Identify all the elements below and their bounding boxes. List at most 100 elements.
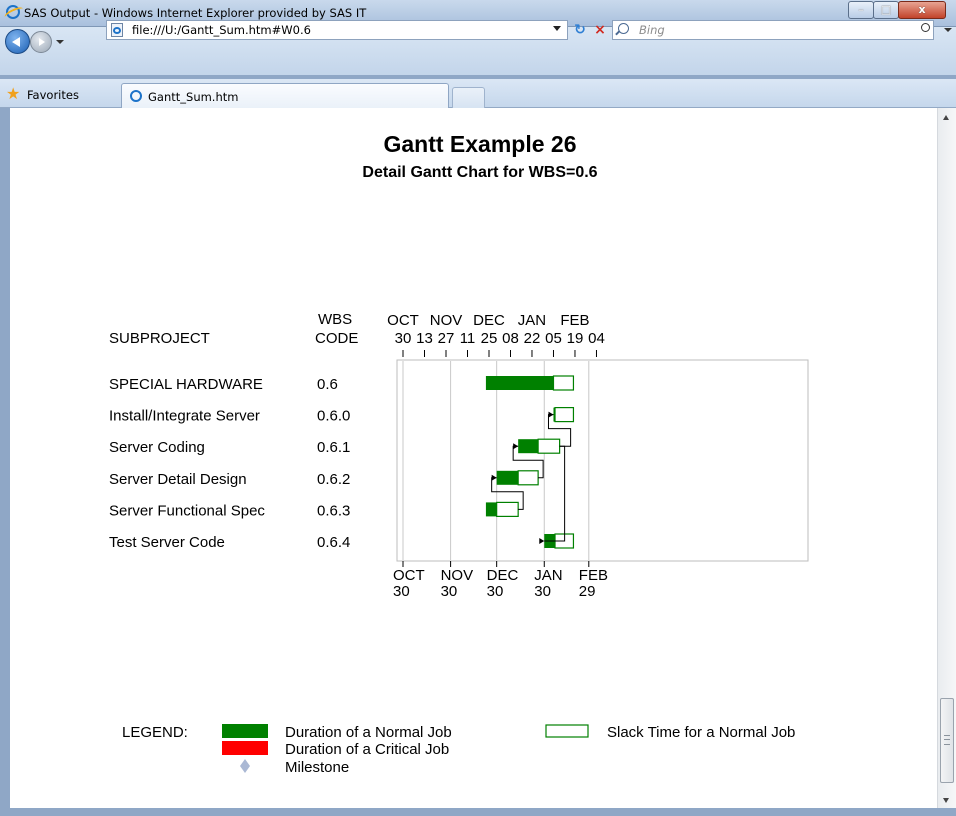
stop-icon[interactable]: × <box>590 20 610 40</box>
window-bottom-edge <box>0 808 956 816</box>
task-wbs: 0.6.1 <box>317 439 350 456</box>
duration-bar <box>485 376 554 390</box>
maximize-icon: □ <box>880 3 892 16</box>
code-header: CODE <box>315 330 358 347</box>
search-options-chevron-down-icon[interactable] <box>944 28 952 32</box>
top-day-label: 11 <box>460 330 476 347</box>
bottom-day-label: 30 <box>441 583 458 600</box>
search-placeholder: Bing <box>639 23 665 37</box>
top-day-label: 04 <box>588 330 605 347</box>
task-name: Server Functional Spec <box>109 502 265 519</box>
top-day-label: 30 <box>395 330 412 347</box>
legend-slack-swatch <box>545 724 589 738</box>
task-name: Server Detail Design <box>109 471 247 488</box>
scroll-grip-icon <box>944 735 950 745</box>
browser-window: SAS Output - Windows Internet Explorer p… <box>0 0 956 816</box>
slack-bar <box>496 501 519 517</box>
bottom-month-label: NOV <box>441 567 474 584</box>
bottom-day-label: 30 <box>534 583 551 600</box>
chart-title: Gantt Example 26 <box>383 131 576 157</box>
window-title: SAS Output - Windows Internet Explorer p… <box>24 6 367 20</box>
page-icon <box>111 23 123 37</box>
slack-bar <box>554 407 575 423</box>
task-name: Install/Integrate Server <box>109 408 260 425</box>
new-tab-button[interactable] <box>452 87 485 109</box>
legend-title: LEGEND: <box>122 724 188 741</box>
back-button[interactable] <box>5 29 30 54</box>
ie-logo-icon <box>6 5 20 19</box>
chart-subtitle: Detail Gantt Chart for WBS=0.6 <box>362 164 597 181</box>
top-day-label: 08 <box>502 330 519 347</box>
scroll-down-icon[interactable] <box>943 798 949 803</box>
maximize-button[interactable]: □ <box>873 1 899 19</box>
scroll-thumb[interactable] <box>940 698 954 783</box>
top-day-label: 19 <box>567 330 584 347</box>
url-dropdown-icon[interactable] <box>553 26 561 31</box>
bottom-day-label: 30 <box>487 583 504 600</box>
favorites-button[interactable]: Favorites <box>27 88 79 102</box>
wbs-header: WBS <box>318 311 352 328</box>
page-content: Gantt Example 26 Detail Gantt Chart for … <box>10 108 937 808</box>
task-wbs: 0.6.3 <box>317 502 350 519</box>
url-field[interactable]: file:///U:/Gantt_Sum.htm#W0.6 <box>106 20 568 40</box>
subproject-header: SUBPROJECT <box>109 330 210 347</box>
top-day-label: 13 <box>416 330 433 347</box>
slack-bar <box>552 375 575 391</box>
url-text: file:///U:/Gantt_Sum.htm#W0.6 <box>132 23 311 37</box>
task-wbs: 0.6 <box>317 376 338 393</box>
search-input[interactable]: Bing <box>612 20 934 40</box>
top-day-label: 27 <box>438 330 455 347</box>
gantt-chart: Gantt Example 26 Detail Gantt Chart for … <box>10 108 937 808</box>
favorites-star-icon[interactable]: ★ <box>6 86 20 102</box>
duration-bar <box>485 502 497 517</box>
vertical-scrollbar[interactable] <box>937 108 956 814</box>
forward-button[interactable] <box>30 31 52 53</box>
task-wbs: 0.6.4 <box>317 534 350 551</box>
legend-milestone-label: Milestone <box>285 759 349 776</box>
search-icon <box>618 23 629 34</box>
top-month-label: NOV <box>430 312 463 329</box>
task-name: SPECIAL HARDWARE <box>109 376 263 393</box>
recent-pages-chevron-down-icon[interactable] <box>56 40 64 44</box>
duration-bar <box>496 470 519 485</box>
bottom-month-label: OCT <box>393 567 425 584</box>
close-button[interactable]: x <box>898 1 946 19</box>
legend-critical-label: Duration of a Critical Job <box>285 741 449 758</box>
top-month-label: DEC <box>473 312 505 329</box>
search-go-icon[interactable] <box>920 21 934 35</box>
duration-bar <box>518 439 539 454</box>
legend-critical-swatch <box>222 741 268 755</box>
top-day-label: 25 <box>481 330 498 347</box>
bottom-day-label: 30 <box>393 583 410 600</box>
address-bar: file:///U:/Gantt_Sum.htm#W0.6 ↻ × Bing <box>0 20 956 75</box>
task-name: Server Coding <box>109 439 205 456</box>
minimize-button[interactable]: – <box>848 1 874 19</box>
task-name: Test Server Code <box>109 534 225 551</box>
close-icon: x <box>918 3 926 16</box>
window-left-edge <box>0 108 10 814</box>
tab-ie-icon <box>130 90 142 102</box>
bottom-day-label: 29 <box>579 583 596 600</box>
top-day-label: 05 <box>545 330 562 347</box>
scroll-up-icon[interactable] <box>943 115 949 120</box>
top-month-label: FEB <box>560 312 589 329</box>
legend-normal-label: Duration of a Normal Job <box>285 724 452 741</box>
slack-bar <box>537 438 561 454</box>
bottom-month-label: FEB <box>579 567 608 584</box>
top-month-label: JAN <box>518 312 546 329</box>
tab-label: Gantt_Sum.htm <box>148 90 239 104</box>
task-wbs: 0.6.0 <box>317 408 350 425</box>
tab-gantt-sum[interactable]: Gantt_Sum.htm <box>121 83 449 110</box>
tab-bar: ★ Favorites Gantt_Sum.htm <box>0 79 956 110</box>
slack-bar <box>517 470 539 486</box>
refresh-icon[interactable]: ↻ <box>570 20 590 40</box>
legend-normal-swatch <box>222 724 268 738</box>
bottom-month-label: JAN <box>534 567 562 584</box>
legend-slack-label: Slack Time for a Normal Job <box>607 724 795 741</box>
duration-bar <box>553 407 556 422</box>
top-month-label: OCT <box>387 312 419 329</box>
task-wbs: 0.6.2 <box>317 471 350 488</box>
top-day-label: 22 <box>524 330 541 347</box>
bottom-month-label: DEC <box>487 567 519 584</box>
minimize-icon: – <box>858 3 864 16</box>
